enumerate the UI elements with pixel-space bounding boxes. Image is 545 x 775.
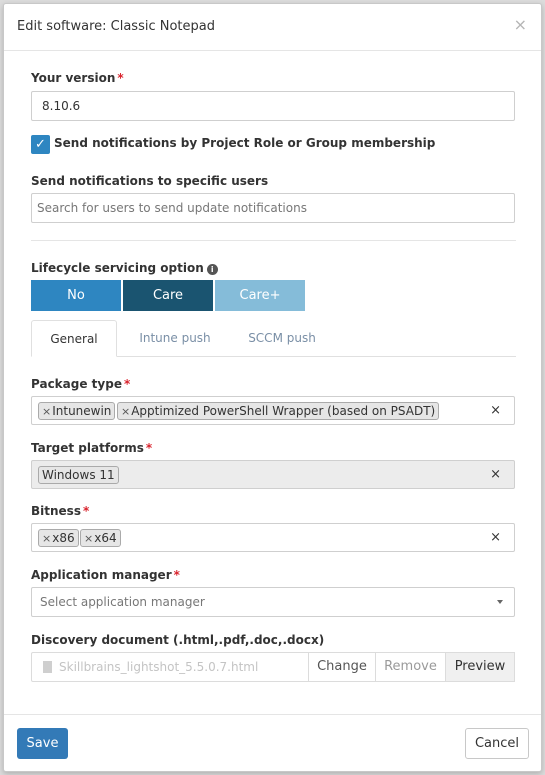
chip-intunewin: ×Intunewin [38, 402, 116, 420]
footer-divider [4, 714, 541, 715]
lifecycle-option-care[interactable]: Care [123, 280, 213, 311]
chip-remove-icon[interactable]: × [84, 532, 93, 545]
app-manager-select[interactable]: Select application manager [31, 587, 515, 617]
check-icon: ✓ [35, 137, 46, 152]
required-mark: * [123, 377, 131, 391]
package-type-label: Package type * [31, 377, 131, 391]
chip-x64: ×x64 [80, 529, 121, 547]
chip-remove-icon[interactable]: × [42, 532, 51, 545]
change-button[interactable]: Change [308, 652, 376, 682]
cancel-button[interactable]: Cancel [465, 728, 529, 759]
bitness-label: Bitness * [31, 504, 90, 518]
close-icon[interactable]: × [514, 15, 527, 34]
bitness-select[interactable]: ×x86 ×x64 × [31, 523, 515, 552]
chip-windows-11: Windows 11 [38, 466, 119, 484]
tab-sccm-push[interactable]: SCCM push [236, 320, 328, 357]
lifecycle-label: Lifecycle servicing option i [31, 261, 218, 275]
save-button[interactable]: Save [17, 728, 68, 759]
info-circle-icon[interactable]: i [206, 264, 218, 275]
target-platforms-select: Windows 11 × [31, 460, 515, 489]
remove-button[interactable]: Remove [375, 652, 446, 682]
file-icon [43, 661, 52, 673]
package-type-select[interactable]: ×Intunewin ×Apptimized PowerShell Wrappe… [31, 396, 515, 425]
required-mark: * [117, 71, 124, 85]
section-divider [31, 240, 516, 241]
chip-remove-icon[interactable]: × [121, 405, 130, 418]
clear-selection-icon: × [490, 467, 501, 482]
app-manager-label: Application manager * [31, 568, 180, 582]
version-label: Your version * [31, 71, 124, 85]
discovery-file-field: Skillbrains_lightshot_5.5.0.7.html Chang… [31, 652, 515, 682]
required-mark: * [173, 568, 180, 582]
chip-remove-icon[interactable]: × [42, 405, 51, 418]
chip-psadt-wrapper: ×Apptimized PowerShell Wrapper (based on… [117, 402, 440, 420]
preview-button[interactable]: Preview [445, 652, 515, 682]
notify-role-label: Send notifications by Project Role or Gr… [54, 136, 436, 150]
chip-x86: ×x86 [38, 529, 79, 547]
clear-selection-icon[interactable]: × [490, 530, 501, 545]
required-mark: * [145, 441, 153, 455]
discovery-label: Discovery document (.html,.pdf,.doc,.doc… [31, 633, 325, 647]
clear-selection-icon[interactable]: × [490, 403, 501, 418]
tab-intune-push[interactable]: Intune push [130, 320, 220, 357]
chevron-down-icon [497, 600, 503, 604]
notify-role-checkbox[interactable]: ✓ [31, 135, 50, 154]
modal-title: Edit software: Classic Notepad [17, 19, 215, 34]
notify-users-search-input[interactable]: Search for users to send update notifica… [31, 193, 515, 223]
target-platforms-label: Target platforms * [31, 441, 153, 455]
modal-header: Edit software: Classic Notepad × [4, 4, 541, 51]
notify-users-label: Send notifications to specific users [31, 174, 269, 188]
lifecycle-option-care-plus[interactable]: Care+ [215, 280, 305, 311]
tab-general[interactable]: General [31, 320, 117, 357]
lifecycle-option-no[interactable]: No [31, 280, 121, 311]
required-mark: * [82, 504, 90, 518]
version-input[interactable]: 8.10.6 [31, 91, 515, 121]
edit-software-modal: Edit software: Classic Notepad × Your ve… [3, 3, 542, 772]
discovery-file-name: Skillbrains_lightshot_5.5.0.7.html [59, 660, 259, 674]
